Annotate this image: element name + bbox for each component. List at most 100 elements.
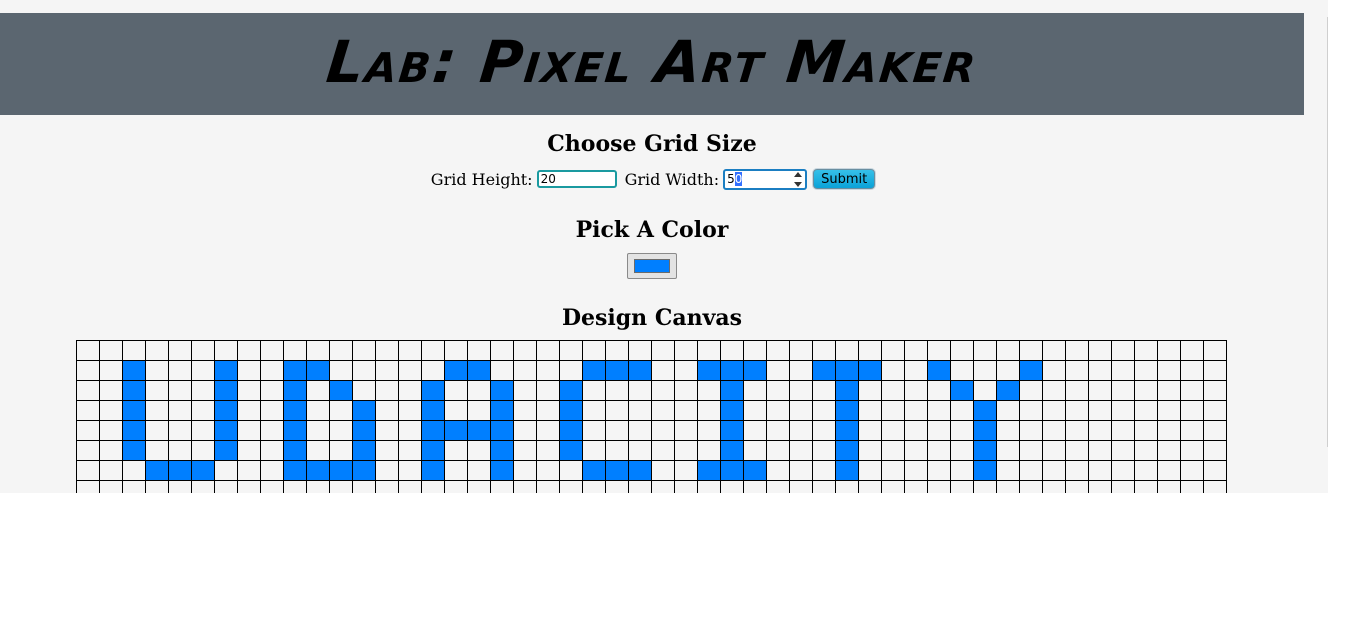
canvas-cell[interactable] [1065, 420, 1089, 441]
canvas-cell[interactable] [1019, 480, 1043, 493]
canvas-cell[interactable] [789, 460, 813, 481]
canvas-cell[interactable] [352, 400, 376, 421]
canvas-cell[interactable] [421, 460, 445, 481]
canvas-cell[interactable] [720, 340, 744, 361]
canvas-cell[interactable] [927, 400, 951, 421]
canvas-cell[interactable] [122, 460, 146, 481]
canvas-cell[interactable] [720, 420, 744, 441]
canvas-cell[interactable] [1134, 440, 1158, 461]
canvas-cell[interactable] [260, 420, 284, 441]
canvas-cell[interactable] [1088, 420, 1112, 441]
canvas-cell[interactable] [283, 380, 307, 401]
canvas-cell[interactable] [582, 480, 606, 493]
canvas-cell[interactable] [352, 420, 376, 441]
canvas-cell[interactable] [697, 420, 721, 441]
canvas-cell[interactable] [559, 400, 583, 421]
canvas-cell[interactable] [398, 340, 422, 361]
canvas-cell[interactable] [191, 380, 215, 401]
canvas-cell[interactable] [950, 440, 974, 461]
canvas-cell[interactable] [145, 460, 169, 481]
canvas-cell[interactable] [559, 460, 583, 481]
canvas-cell[interactable] [306, 360, 330, 381]
canvas-cell[interactable] [789, 380, 813, 401]
canvas-cell[interactable] [835, 400, 859, 421]
canvas-cell[interactable] [145, 380, 169, 401]
canvas-cell[interactable] [835, 480, 859, 493]
canvas-cell[interactable] [467, 420, 491, 441]
canvas-cell[interactable] [1042, 380, 1066, 401]
canvas-cell[interactable] [1019, 460, 1043, 481]
canvas-cell[interactable] [628, 380, 652, 401]
canvas-cell[interactable] [1203, 400, 1227, 421]
canvas-cell[interactable] [743, 420, 767, 441]
canvas-cell[interactable] [99, 480, 123, 493]
canvas-cell[interactable] [628, 420, 652, 441]
canvas-cell[interactable] [1065, 460, 1089, 481]
canvas-cell[interactable] [1134, 480, 1158, 493]
canvas-cell[interactable] [743, 480, 767, 493]
canvas-cell[interactable] [674, 380, 698, 401]
canvas-cell[interactable] [559, 360, 583, 381]
canvas-cell[interactable] [582, 340, 606, 361]
canvas-cell[interactable] [513, 460, 537, 481]
canvas-cell[interactable] [122, 400, 146, 421]
canvas-cell[interactable] [605, 340, 629, 361]
canvas-cell[interactable] [697, 340, 721, 361]
canvas-cell[interactable] [697, 360, 721, 381]
canvas-cell[interactable] [329, 360, 353, 381]
canvas-cell[interactable] [99, 340, 123, 361]
canvas-cell[interactable] [145, 420, 169, 441]
canvas-cell[interactable] [1088, 440, 1112, 461]
canvas-cell[interactable] [306, 460, 330, 481]
canvas-cell[interactable] [973, 420, 997, 441]
canvas-cell[interactable] [559, 440, 583, 461]
canvas-cell[interactable] [1180, 380, 1204, 401]
canvas-cell[interactable] [605, 400, 629, 421]
canvas-cell[interactable] [927, 420, 951, 441]
canvas-cell[interactable] [1203, 380, 1227, 401]
canvas-cell[interactable] [1111, 480, 1135, 493]
canvas-cell[interactable] [950, 360, 974, 381]
canvas-cell[interactable] [1088, 400, 1112, 421]
canvas-cell[interactable] [835, 340, 859, 361]
canvas-cell[interactable] [835, 420, 859, 441]
canvas-cell[interactable] [1088, 380, 1112, 401]
canvas-cell[interactable] [214, 380, 238, 401]
canvas-cell[interactable] [628, 360, 652, 381]
canvas-cell[interactable] [1065, 340, 1089, 361]
canvas-cell[interactable] [99, 360, 123, 381]
canvas-cell[interactable] [674, 460, 698, 481]
canvas-cell[interactable] [283, 360, 307, 381]
canvas-cell[interactable] [398, 380, 422, 401]
canvas-cell[interactable] [352, 480, 376, 493]
canvas-cell[interactable] [582, 460, 606, 481]
canvas-cell[interactable] [651, 440, 675, 461]
canvas-cell[interactable] [858, 460, 882, 481]
canvas-cell[interactable] [421, 400, 445, 421]
canvas-cell[interactable] [168, 440, 192, 461]
canvas-cell[interactable] [766, 380, 790, 401]
canvas-cell[interactable] [191, 400, 215, 421]
canvas-cell[interactable] [812, 460, 836, 481]
canvas-cell[interactable] [1157, 380, 1181, 401]
canvas-cell[interactable] [352, 360, 376, 381]
canvas-cell[interactable] [76, 400, 100, 421]
canvas-cell[interactable] [444, 480, 468, 493]
canvas-cell[interactable] [605, 360, 629, 381]
canvas-cell[interactable] [1134, 380, 1158, 401]
canvas-cell[interactable] [421, 480, 445, 493]
canvas-cell[interactable] [306, 440, 330, 461]
canvas-cell[interactable] [812, 380, 836, 401]
canvas-cell[interactable] [191, 340, 215, 361]
canvas-cell[interactable] [99, 460, 123, 481]
canvas-cell[interactable] [927, 360, 951, 381]
canvas-cell[interactable] [789, 420, 813, 441]
canvas-cell[interactable] [697, 480, 721, 493]
canvas-cell[interactable] [1134, 340, 1158, 361]
canvas-cell[interactable] [927, 380, 951, 401]
canvas-cell[interactable] [444, 460, 468, 481]
canvas-cell[interactable] [1203, 440, 1227, 461]
canvas-cell[interactable] [904, 480, 928, 493]
canvas-cell[interactable] [76, 340, 100, 361]
canvas-cell[interactable] [1042, 340, 1066, 361]
